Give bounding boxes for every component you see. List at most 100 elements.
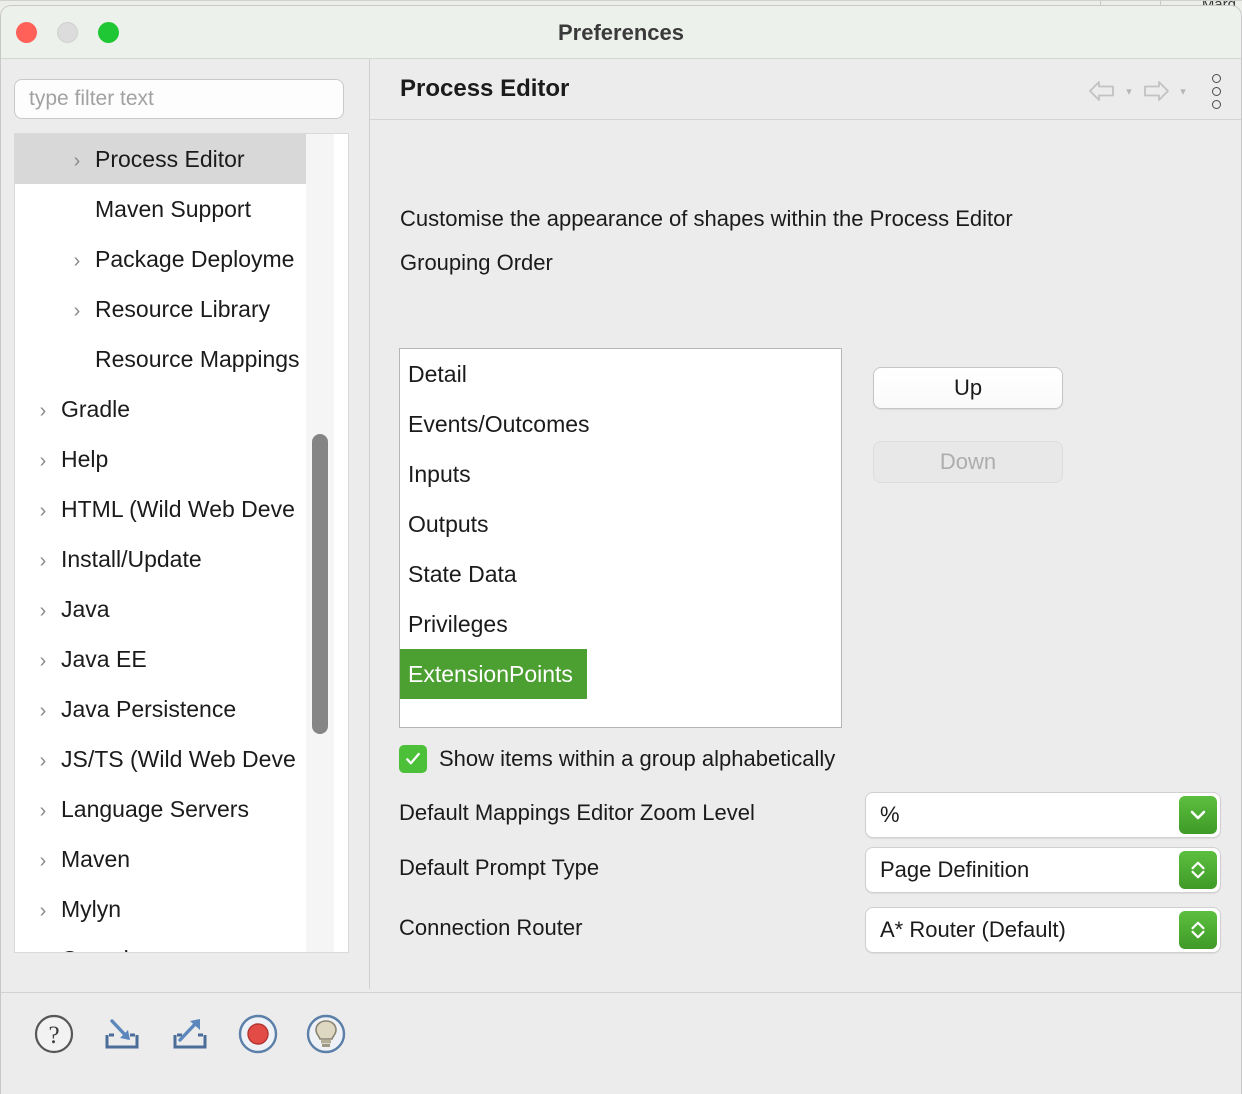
sidebar-item-label: Gradle <box>61 396 131 422</box>
sidebar-vertical-scrollbar-thumb[interactable] <box>312 434 328 734</box>
sidebar-item-maven-support[interactable]: ›Maven Support <box>15 184 321 234</box>
svg-text:?: ? <box>48 1022 59 1049</box>
grouping-order-item[interactable]: Detail <box>400 349 841 399</box>
export-icon[interactable] <box>167 1011 213 1057</box>
chevron-right-icon[interactable]: › <box>33 586 53 634</box>
sidebar-item-resource-library[interactable]: › Resource Library <box>15 284 321 334</box>
checkbox-checked-icon[interactable] <box>399 745 427 773</box>
sidebar-item-resource-mappings[interactable]: ›Resource Mappings <box>15 334 321 384</box>
sidebar-item-label: Java EE <box>61 646 147 672</box>
grouping-order-item[interactable]: Events/Outcomes <box>400 399 841 449</box>
sidebar-item-mylyn[interactable]: › Mylyn <box>15 884 321 934</box>
chevron-right-icon[interactable]: › <box>33 486 53 534</box>
chevron-right-icon[interactable]: › <box>33 786 53 834</box>
tip-bulb-icon[interactable] <box>303 1011 349 1057</box>
sidebar-item-label: Oomph <box>61 946 136 952</box>
back-dropdown-caret[interactable]: ▾ <box>1121 74 1137 108</box>
search-input[interactable] <box>14 79 344 119</box>
show-alphabetically-row[interactable]: Show items within a group alphabetically <box>399 745 835 773</box>
chevron-up-down-icon[interactable] <box>1179 911 1217 949</box>
sidebar-item-install-update[interactable]: › Install/Update <box>15 534 321 584</box>
sidebar-item-label: Help <box>61 446 109 472</box>
chevron-right-icon[interactable]: › <box>33 886 53 934</box>
sidebar-item-maven[interactable]: › Maven <box>15 834 321 884</box>
sidebar-item-label: Java <box>61 596 110 622</box>
help-icon[interactable]: ? <box>31 1011 77 1057</box>
grouping-order-item[interactable]: State Data <box>400 549 841 599</box>
prompt-type-value: Page Definition <box>880 857 1030 882</box>
page-description-line-1: Customise the appearance of shapes withi… <box>400 206 1013 231</box>
sidebar-item-label: Maven <box>61 846 131 872</box>
header-navigation: ▾ ▾ <box>1085 71 1231 111</box>
move-up-button[interactable]: Up <box>873 367 1063 409</box>
chevron-right-icon[interactable]: › <box>33 386 53 434</box>
connection-router-select[interactable]: A* Router (Default) <box>865 907 1221 953</box>
chevron-right-icon[interactable]: › <box>33 536 53 584</box>
settings-detail-pane: Process Editor ▾ ▾ Customise the appeara… <box>370 59 1241 1077</box>
page-header: Process Editor ▾ ▾ <box>370 59 1241 120</box>
sidebar-item-label: Resource Mappings <box>95 346 300 372</box>
back-arrow-icon[interactable] <box>1085 74 1119 108</box>
grouping-order-item[interactable]: Privileges <box>400 599 841 649</box>
zoom-level-label: Default Mappings Editor Zoom Level <box>399 800 755 825</box>
sidebar-item-label: Mylyn <box>61 896 122 922</box>
sidebar-item-label: Install/Update <box>61 546 202 572</box>
sidebar-item-label: Package Deployme <box>95 246 295 272</box>
chevron-right-icon[interactable]: › <box>33 436 53 484</box>
prompt-type-row: Default Prompt Type Page Definition <box>399 847 1221 893</box>
sidebar-item-package-deployme[interactable]: › Package Deployme <box>15 234 321 284</box>
filter-field-wrapper <box>14 79 344 119</box>
grouping-order-item[interactable]: Inputs <box>400 449 841 499</box>
grouping-order-item[interactable]: ExtensionPoints <box>400 649 587 699</box>
chevron-right-icon[interactable]: › <box>33 636 53 684</box>
record-icon[interactable] <box>235 1011 281 1057</box>
sidebar-item-help[interactable]: › Help <box>15 434 321 484</box>
sidebar-item-language-servers[interactable]: › Language Servers <box>15 784 321 834</box>
chevron-right-icon[interactable]: › <box>67 136 87 184</box>
sidebar-item-process-editor[interactable]: › Process Editor <box>15 134 321 184</box>
forward-arrow-icon[interactable] <box>1139 74 1173 108</box>
window-titlebar: Preferences <box>1 6 1241 59</box>
settings-tree-list: ›Process Editor›Maven Support›Package De… <box>15 134 321 952</box>
chevron-right-icon[interactable]: › <box>33 836 53 884</box>
grouping-order-item[interactable]: Outputs <box>400 499 841 549</box>
import-icon[interactable] <box>99 1011 145 1057</box>
prompt-type-select[interactable]: Page Definition <box>865 847 1221 893</box>
connection-router-label: Connection Router <box>399 915 583 940</box>
sidebar-item-label: Resource Library <box>95 296 271 322</box>
chevron-down-icon[interactable] <box>1179 796 1217 834</box>
chevron-right-icon[interactable]: › <box>33 686 53 734</box>
sidebar-item-label: Maven Support <box>95 196 251 222</box>
window-title: Preferences <box>558 20 684 45</box>
chevron-up-down-icon[interactable] <box>1179 851 1217 889</box>
sidebar-item-label: Language Servers <box>61 796 249 822</box>
page-title: Process Editor <box>400 75 570 102</box>
sidebar-item-oomph[interactable]: › Oomph <box>15 934 321 952</box>
preferences-dialog: Preferences ›Process Editor›Maven Suppor… <box>0 5 1242 1094</box>
sidebar-item-html-wild-web-deve[interactable]: › HTML (Wild Web Deve <box>15 484 321 534</box>
chevron-right-icon[interactable]: › <box>67 286 87 334</box>
prompt-type-label: Default Prompt Type <box>399 855 600 880</box>
grouping-order-list[interactable]: Detail Events/Outcomes Inputs Outputs State … <box>399 348 842 728</box>
settings-sidebar: ›Process Editor›Maven Support›Package De… <box>1 59 369 1036</box>
sidebar-item-gradle[interactable]: › Gradle <box>15 384 321 434</box>
chevron-right-icon[interactable]: › <box>67 236 87 284</box>
move-down-button[interactable]: Down <box>873 441 1063 483</box>
zoom-level-combobox[interactable]: % <box>865 792 1221 838</box>
chevron-right-icon[interactable]: › <box>33 736 53 784</box>
chevron-right-icon[interactable]: › <box>33 936 53 952</box>
sidebar-item-java-ee[interactable]: › Java EE <box>15 634 321 684</box>
zoom-level-row: Default Mappings Editor Zoom Level % <box>399 792 1221 838</box>
sidebar-vertical-scrollbar[interactable] <box>306 134 334 952</box>
sidebar-item-label: Process Editor <box>95 146 245 172</box>
sidebar-item-js-ts-wild-web-deve[interactable]: › JS/TS (Wild Web Deve <box>15 734 321 784</box>
sidebar-item-java-persistence[interactable]: › Java Persistence <box>15 684 321 734</box>
footer-icon-bar: ? <box>31 1011 349 1057</box>
show-alphabetically-label: Show items within a group alphabetically <box>439 746 836 771</box>
settings-tree: ›Process Editor›Maven Support›Package De… <box>14 133 349 953</box>
connection-router-value: A* Router (Default) <box>880 917 1066 942</box>
forward-dropdown-caret[interactable]: ▾ <box>1175 74 1191 108</box>
sidebar-item-java[interactable]: › Java <box>15 584 321 634</box>
zoom-level-value: % <box>880 802 900 827</box>
kebab-menu-icon[interactable] <box>1201 71 1231 111</box>
